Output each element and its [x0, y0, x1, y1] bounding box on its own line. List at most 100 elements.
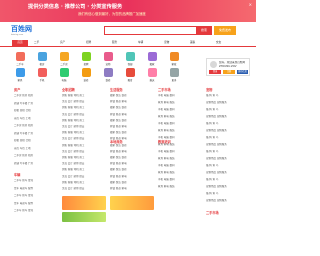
category-link-row[interactable]: 家具 家电 服装: [158, 129, 202, 132]
category-link-row[interactable]: 仓库 车位 土地: [14, 117, 58, 120]
category-link-row[interactable]: 开锁 管道 家电: [110, 187, 154, 190]
nav-item[interactable]: 招聘: [86, 40, 91, 46]
category-link-row[interactable]: 搬家 保洁 维修: [110, 168, 154, 171]
section-title-secondhand[interactable]: 二手市场: [158, 88, 171, 92]
category-link-row[interactable]: 宠物用品 宠物服务: [206, 101, 250, 104]
category-link-row[interactable]: 家具 家电 服装: [158, 143, 202, 146]
category-link-row[interactable]: 猫 狗 鱼 鸟: [206, 178, 250, 181]
category-link-row[interactable]: 货车 电动车 配件: [14, 202, 58, 205]
search-button[interactable]: 搜索: [196, 26, 212, 35]
category-link-row[interactable]: 商铺 写字楼 厂房: [14, 132, 58, 135]
category-link-row[interactable]: 文员 会计 厨师 保安: [62, 137, 106, 140]
register-button[interactable]: 注册: [223, 70, 235, 74]
category-link-row[interactable]: 搬家 保洁 维修: [110, 106, 154, 109]
category-link-row[interactable]: 开锁 管道 家电: [110, 137, 154, 140]
category-link-row[interactable]: 销售 客服 司机 普工: [62, 156, 106, 159]
category-link-row[interactable]: 开锁 管道 家电: [110, 162, 154, 165]
category-link-row[interactable]: 猫 狗 鱼 鸟: [206, 150, 250, 153]
category-link-row[interactable]: 商铺 写字楼 厂房: [14, 102, 58, 105]
category-link-row[interactable]: 开锁 管道 家电: [110, 175, 154, 178]
car-icon[interactable]: [16, 52, 25, 61]
section-title-service[interactable]: 生活服务: [110, 88, 123, 92]
nav-item[interactable]: 二手: [34, 40, 39, 46]
category-link-row[interactable]: 文员 会计 厨师 保安: [62, 162, 106, 165]
category-link-row[interactable]: 家具 家电 服装: [158, 185, 202, 188]
category-link-row[interactable]: 猫 狗 鱼 鸟: [206, 122, 250, 125]
maid-icon[interactable]: [126, 52, 135, 61]
category-link-row[interactable]: 销售 客服 司机 普工: [62, 131, 106, 134]
category-link-row[interactable]: 二手车 新车 摩托: [14, 209, 58, 212]
category-link-row[interactable]: 销售 客服 司机 普工: [62, 106, 106, 109]
category-link-row[interactable]: 二手房 新房 租房: [14, 94, 58, 97]
login-button[interactable]: 登录: [209, 70, 221, 74]
category-link-row[interactable]: 搬家 保洁 维修: [110, 181, 154, 184]
category-link-row[interactable]: 文员 会计 厨师 保安: [62, 113, 106, 116]
hammer-icon[interactable]: [82, 68, 91, 77]
category-link-row[interactable]: 销售 客服 司机 普工: [62, 181, 106, 184]
category-link-row[interactable]: 搬家 保洁 维修: [110, 156, 154, 159]
section-title-secondhand-2[interactable]: 二手市场: [206, 211, 219, 215]
category-link-row[interactable]: 猫 狗 鱼 鸟: [206, 192, 250, 195]
promo-banner[interactable]: 提供分类信息 · 推荐公司 · 分类宣传服务 我们有信心做到最好，为您的品牌推广…: [0, 0, 256, 22]
category-link-row[interactable]: 开锁 管道 家电: [110, 150, 154, 153]
category-link-row[interactable]: 宠物用品 宠物服务: [206, 157, 250, 160]
category-link-row[interactable]: 开锁 管道 家电: [110, 100, 154, 103]
nav-item[interactable]: 交友: [216, 40, 221, 46]
broom-icon[interactable]: [170, 52, 179, 61]
ad-image[interactable]: [110, 196, 154, 210]
category-link-row[interactable]: 宠物用品 宠物服务: [206, 115, 250, 118]
ad-image[interactable]: [62, 196, 106, 210]
category-link-row[interactable]: 家具 家电 服装: [158, 171, 202, 174]
close-icon[interactable]: ×: [249, 2, 252, 7]
category-link-row[interactable]: 搬家 保洁 维修: [110, 94, 154, 97]
category-link-row[interactable]: 搬家 保洁 维修: [110, 131, 154, 134]
category-link-row[interactable]: 文员 会计 厨师 保安: [62, 125, 106, 128]
category-link-row[interactable]: 二手车 新车 摩托: [14, 179, 58, 182]
more-icon[interactable]: [170, 68, 179, 77]
section-title-pets[interactable]: 宠物: [206, 88, 212, 92]
nav-item[interactable]: 服务: [112, 40, 117, 46]
category-link-row[interactable]: 猫 狗 鱼 鸟: [206, 108, 250, 111]
nav-item[interactable]: 房产: [60, 40, 65, 46]
category-link-row[interactable]: 文员 会计 厨师 保安: [62, 100, 106, 103]
category-link-row[interactable]: 搬家 保洁 维修: [110, 144, 154, 147]
site-logo[interactable]: 百姓网 baixing.com: [11, 25, 33, 36]
wrench-icon[interactable]: [104, 68, 113, 77]
category-link-row[interactable]: 家具 家电 服装: [158, 157, 202, 160]
nav-item[interactable]: 车辆: [138, 40, 143, 46]
category-link-row[interactable]: 手机 电脑 数码: [158, 178, 202, 181]
category-link-row[interactable]: 短租 日租 合租: [14, 109, 58, 112]
category-link-row[interactable]: 宠物用品 宠物服务: [206, 129, 250, 132]
search-input[interactable]: [104, 26, 204, 35]
nav-item[interactable]: 兼职: [190, 40, 195, 46]
category-link-row[interactable]: 开锁 管道 家电: [110, 125, 154, 128]
category-link-row[interactable]: 手机 电脑 数码: [158, 94, 202, 97]
category-link-row[interactable]: 文员 会计 厨师 保安: [62, 150, 106, 153]
category-link-row[interactable]: 宠物用品 宠物服务: [206, 185, 250, 188]
sofa-icon[interactable]: [16, 68, 25, 77]
section-title-job[interactable]: 全职招聘: [62, 88, 75, 92]
post-info-button[interactable]: 发布信息: [237, 70, 248, 74]
category-link-row[interactable]: 货车 电动车 配件: [14, 187, 58, 190]
category-link-row[interactable]: 家具 家电 服装: [158, 115, 202, 118]
briefcase-icon[interactable]: [82, 52, 91, 61]
phone-icon[interactable]: [38, 68, 47, 77]
category-link-row[interactable]: 二手房 新房 租房: [14, 124, 58, 127]
category-link-row[interactable]: 销售 客服 司机 普工: [62, 144, 106, 147]
category-link-row[interactable]: 猫 狗 鱼 鸟: [206, 136, 250, 139]
nav-item[interactable]: 宠物: [164, 40, 169, 46]
category-link-row[interactable]: 文员 会计 厨师 保安: [62, 175, 106, 178]
book-icon[interactable]: [126, 68, 135, 77]
house-icon[interactable]: [60, 52, 69, 61]
category-link-row[interactable]: 文员 会计 厨师 保安: [62, 187, 106, 190]
category-link-row[interactable]: 宠物用品 宠物服务: [206, 143, 250, 146]
category-link-row[interactable]: 宠物用品 宠物服务: [206, 171, 250, 174]
category-link-row[interactable]: 家具 家电 服装: [158, 101, 202, 104]
category-link-row[interactable]: 手机 电脑 数码: [158, 136, 202, 139]
ring-icon[interactable]: [148, 68, 157, 77]
category-link-row[interactable]: 猫 狗 鱼 鸟: [206, 94, 250, 97]
category-link-row[interactable]: 猫 狗 鱼 鸟: [206, 164, 250, 167]
truck-icon[interactable]: [148, 52, 157, 61]
category-link-row[interactable]: 短租 日租 合租: [14, 139, 58, 142]
section-title-car[interactable]: 车辆: [14, 173, 20, 177]
